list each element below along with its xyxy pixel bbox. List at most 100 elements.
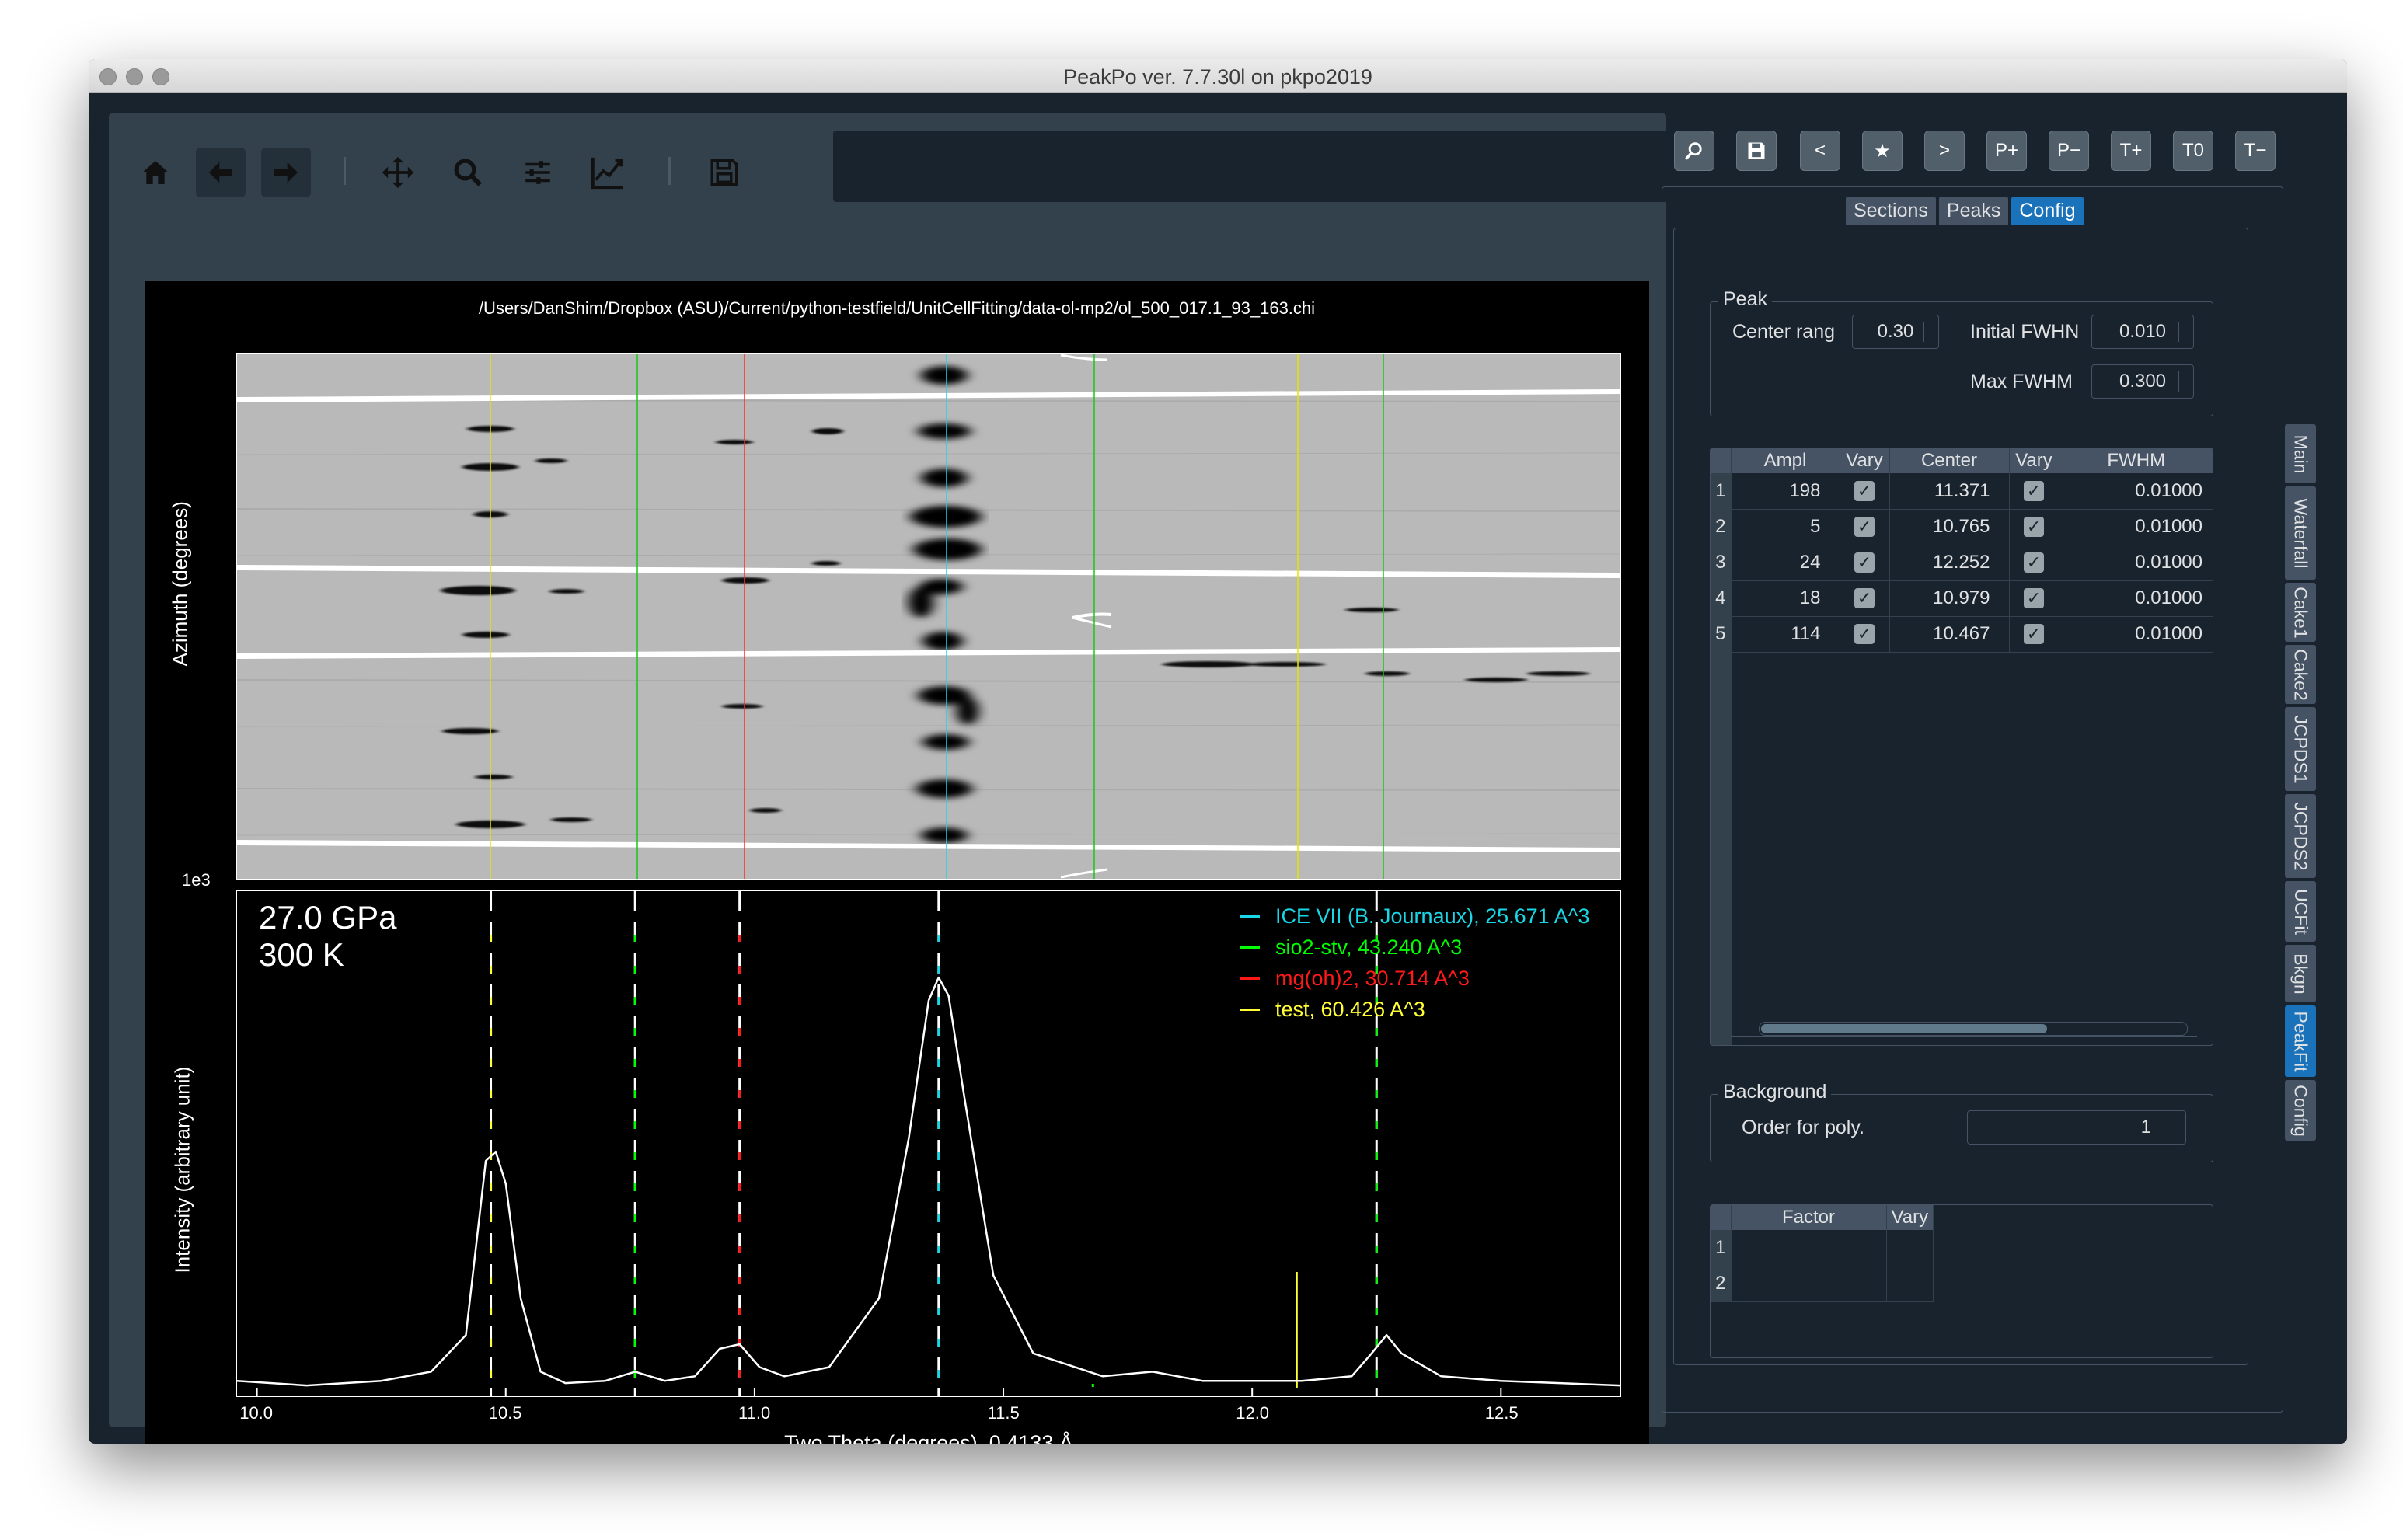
- x-tick-label: 12.0: [1236, 1403, 1270, 1423]
- ampl-cell[interactable]: 24: [1731, 545, 1840, 581]
- table-row[interactable]: 5 114 ✓ 10.467 ✓ 0.01000: [1711, 616, 2213, 653]
- center-cell[interactable]: 12.252: [1889, 545, 2010, 581]
- home-icon[interactable]: [131, 148, 180, 197]
- p-plus-button[interactable]: P+: [1986, 131, 2027, 171]
- peak-table[interactable]: Ampl Vary Center Vary FWHM 1 198 ✓ 11.371 ✓ 0…: [1711, 448, 2213, 1045]
- vtab-cake1[interactable]: Cake1: [2285, 583, 2316, 642]
- cake-ylabel: Azimuth (degrees): [168, 501, 192, 667]
- center-range-input[interactable]: 0.30: [1852, 315, 1939, 349]
- tab-config[interactable]: Config: [2011, 197, 2084, 225]
- ampl-cell[interactable]: 114: [1731, 616, 1840, 653]
- vary-checkbox[interactable]: ✓: [2009, 509, 2059, 545]
- horizontal-scrollbar[interactable]: [1759, 1022, 2188, 1036]
- col-vary[interactable]: Vary: [2009, 448, 2059, 473]
- vtab-jcpds2[interactable]: JCPDS2: [2285, 794, 2316, 878]
- vtab-jcpds1[interactable]: JCPDS1: [2285, 707, 2316, 791]
- fwhm-cell[interactable]: 0.01000: [2059, 580, 2213, 617]
- t-zero-button[interactable]: T0: [2173, 131, 2213, 171]
- center-cell[interactable]: 10.765: [1889, 509, 2010, 545]
- vtab-config[interactable]: Config: [2285, 1080, 2316, 1141]
- x-tick-label: 11.0: [738, 1403, 771, 1423]
- vtab-waterfall[interactable]: Waterfall: [2285, 486, 2316, 580]
- vary-checkbox[interactable]: ✓: [1840, 545, 1890, 581]
- vary-checkbox[interactable]: ✓: [2009, 616, 2059, 653]
- pan-icon[interactable]: [373, 148, 423, 197]
- save-icon[interactable]: [1736, 131, 1777, 171]
- col-fwhm[interactable]: FWHM: [2059, 448, 2213, 473]
- configure-icon[interactable]: [513, 148, 563, 197]
- next-button[interactable]: >: [1924, 131, 1965, 171]
- row-number: 4: [1711, 580, 1732, 617]
- background-group: Background Order for poly. 1: [1710, 1081, 2213, 1162]
- forward-icon[interactable]: [261, 148, 311, 197]
- table-row[interactable]: 1: [1711, 1230, 1934, 1266]
- prev-button[interactable]: <: [1800, 131, 1840, 171]
- vary-checkbox[interactable]: ✓: [2009, 473, 2059, 510]
- table-row[interactable]: 3 24 ✓ 12.252 ✓ 0.01000: [1711, 545, 2213, 581]
- plot-canvas[interactable]: /Users/DanShim/Dropbox (ASU)/Current/pyt…: [145, 281, 1649, 1444]
- table-row[interactable]: 2: [1711, 1266, 1934, 1302]
- col-vary[interactable]: Vary: [1840, 448, 1890, 473]
- factor-table[interactable]: Factor Vary 1 2: [1711, 1205, 1934, 1302]
- ampl-cell[interactable]: 198: [1731, 473, 1840, 510]
- zoom-icon[interactable]: [443, 148, 493, 197]
- t-minus-button[interactable]: T−: [2235, 131, 2276, 171]
- initial-fwhm-input[interactable]: 0.010: [2091, 315, 2194, 349]
- legend-item: test, 60.426 A^3: [1240, 994, 1589, 1025]
- t-plus-button[interactable]: T+: [2111, 131, 2151, 171]
- poly-order-input[interactable]: 1: [1967, 1110, 2186, 1145]
- x-tick-label: 10.5: [488, 1403, 522, 1423]
- vtab-peakfit[interactable]: PeakFit: [2285, 1005, 2316, 1077]
- vary-checkbox[interactable]: ✓: [2009, 545, 2059, 581]
- fwhm-cell[interactable]: 0.01000: [2059, 545, 2213, 581]
- p-minus-button[interactable]: P−: [2049, 131, 2089, 171]
- fwhm-cell[interactable]: 0.01000: [2059, 616, 2213, 653]
- x-tick-label: 11.5: [987, 1403, 1020, 1423]
- file-path: /Users/DanShim/Dropbox (ASU)/Current/pyt…: [478, 298, 1316, 318]
- col-factor[interactable]: Factor: [1731, 1205, 1887, 1230]
- tab-sections[interactable]: Sections: [1846, 197, 1936, 225]
- back-icon[interactable]: [196, 148, 246, 197]
- row-number: 1: [1711, 473, 1732, 510]
- legend-item: sio2-stv, 43.240 A^3: [1240, 932, 1589, 963]
- center-cell[interactable]: 11.371: [1889, 473, 2010, 510]
- pressure-temperature-label: 27.0 GPa 300 K: [259, 899, 396, 974]
- fwhm-cell[interactable]: 0.01000: [2059, 473, 2213, 510]
- star-button[interactable]: ★: [1862, 131, 1903, 171]
- max-fwhm-label: Max FWHM: [1970, 371, 2073, 392]
- vary-checkbox[interactable]: ✓: [2009, 580, 2059, 617]
- vtab-ucfit[interactable]: UCFit: [2285, 881, 2316, 942]
- vtab-main[interactable]: Main: [2285, 424, 2316, 483]
- search-icon[interactable]: [1674, 131, 1714, 171]
- vary-checkbox[interactable]: ✓: [1840, 473, 1890, 510]
- table-row[interactable]: 1 198 ✓ 11.371 ✓ 0.01000: [1711, 473, 2213, 510]
- peak-group: Peak Center rang 0.30 Initial FWHN 0.010…: [1710, 288, 2213, 416]
- col-center[interactable]: Center: [1889, 448, 2010, 473]
- factor-table-frame: Factor Vary 1 2: [1710, 1204, 2213, 1358]
- plot-panel: /Users/DanShim/Dropbox (ASU)/Current/pyt…: [109, 113, 1680, 1444]
- col-vary[interactable]: Vary: [1886, 1205, 1934, 1230]
- axis-edit-icon[interactable]: [583, 148, 633, 197]
- vtab-bkgn[interactable]: Bkgn: [2285, 945, 2316, 1002]
- table-row[interactable]: 2 5 ✓ 10.765 ✓ 0.01000: [1711, 509, 2213, 545]
- ampl-cell[interactable]: 18: [1731, 580, 1840, 617]
- phase-legend: ICE VII (B. Journaux), 25.671 A^3 sio2-s…: [1240, 901, 1589, 1025]
- window-title: PeakPo ver. 7.7.30l on pkpo2019: [1063, 65, 1372, 89]
- center-cell[interactable]: 10.467: [1889, 616, 2010, 653]
- table-row[interactable]: 4 18 ✓ 10.979 ✓ 0.01000: [1711, 580, 2213, 617]
- legend-item: mg(oh)2, 30.714 A^3: [1240, 963, 1589, 994]
- peakfit-panel: Sections Peaks Config Peak Center rang 0…: [1662, 186, 2283, 1413]
- col-ampl[interactable]: Ampl: [1731, 448, 1840, 473]
- center-cell[interactable]: 10.979: [1889, 580, 2010, 617]
- save-icon[interactable]: [699, 148, 749, 197]
- ampl-cell[interactable]: 5: [1731, 509, 1840, 545]
- vary-checkbox[interactable]: ✓: [1840, 616, 1890, 653]
- vtab-cake2[interactable]: Cake2: [2285, 645, 2316, 704]
- vary-checkbox[interactable]: ✓: [1840, 509, 1890, 545]
- vary-checkbox[interactable]: ✓: [1840, 580, 1890, 617]
- tab-peaks[interactable]: Peaks: [1938, 197, 2009, 225]
- spectrum-plot[interactable]: 27.0 GPa 300 K ICE VII (B. Journaux), 25…: [236, 890, 1621, 1397]
- max-fwhm-input[interactable]: 0.300: [2091, 364, 2194, 399]
- fwhm-cell[interactable]: 0.01000: [2059, 509, 2213, 545]
- intensity-ylabel: Intensity (arbitrary unit): [170, 1066, 194, 1273]
